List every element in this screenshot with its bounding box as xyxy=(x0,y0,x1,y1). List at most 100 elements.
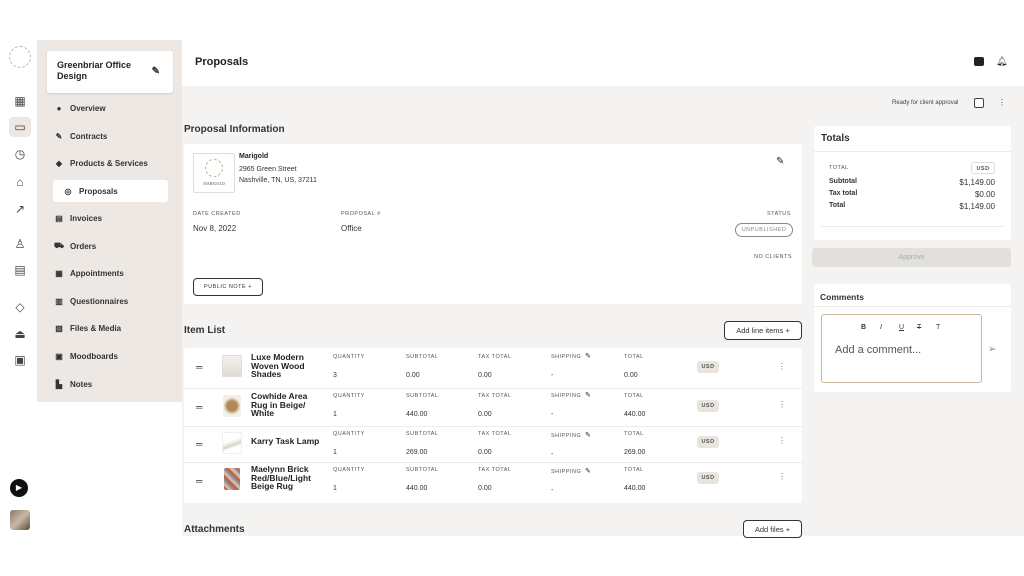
col-label: TAX TOTAL xyxy=(478,354,512,360)
product-name[interactable]: Cowhide Area Rug in Beige/ White xyxy=(251,392,321,418)
currency-badge[interactable]: USD xyxy=(971,162,995,174)
table-row[interactable]: ═ Cowhide Area Rug in Beige/ White QUANT… xyxy=(184,389,802,426)
nav-invoices[interactable]: ▤ Invoices xyxy=(53,207,102,229)
approval-checkbox[interactable] xyxy=(974,98,984,108)
row-menu-icon[interactable]: ⋮ xyxy=(778,436,786,445)
attachments-heading: Attachments xyxy=(184,524,245,535)
underline-button[interactable]: U xyxy=(899,324,904,331)
bank-icon[interactable]: ⌂ xyxy=(12,174,28,190)
tag-icon: ◆ xyxy=(55,158,63,168)
nav-contracts[interactable]: ✎ Contracts xyxy=(53,125,108,147)
timer-icon[interactable]: ◷ xyxy=(12,146,28,162)
calendar-store-icon[interactable]: ▤ xyxy=(12,262,28,278)
currency-badge[interactable]: USD xyxy=(697,400,719,412)
avatar[interactable] xyxy=(10,510,30,530)
comment-editor[interactable]: B I U T T Add a comment... xyxy=(821,314,982,383)
nav-files[interactable]: ▧ Files & Media xyxy=(53,317,121,339)
invoice-icon: ▤ xyxy=(55,213,63,223)
drag-handle-icon[interactable]: ═ xyxy=(196,362,202,372)
add-line-items-button[interactable]: Add line items + xyxy=(724,321,802,340)
trend-icon[interactable]: ↗ xyxy=(12,201,28,217)
logo-text: MARIGOLD xyxy=(203,181,225,186)
currency-badge[interactable]: USD xyxy=(697,472,719,484)
col-label: QUANTITY xyxy=(333,354,365,360)
currency-badge[interactable]: USD xyxy=(697,436,719,448)
bold-button[interactable]: B xyxy=(861,324,866,331)
edit-icon[interactable]: ✎ xyxy=(776,156,784,167)
tax-total-label: Tax total xyxy=(829,190,858,197)
col-label: SUBTOTAL xyxy=(406,467,439,473)
approve-button[interactable]: Approve xyxy=(812,248,1011,267)
col-label: TOTAL xyxy=(624,431,644,437)
status-badge: UNPUBLISHED xyxy=(735,223,793,237)
logo-icon[interactable] xyxy=(9,46,31,68)
col-label: SHIPPING xyxy=(551,469,582,475)
nav-label: Notes xyxy=(70,379,93,389)
nav-moodboards[interactable]: ▣ Moodboards xyxy=(53,345,118,367)
person-icon[interactable]: ♙ xyxy=(12,236,28,252)
italic-button[interactable]: I xyxy=(880,324,882,331)
qty-value: 1 xyxy=(333,411,337,418)
proposal-info-card: MARIGOLD Marigold 2965 Green Street Nash… xyxy=(184,144,802,304)
chat-icon[interactable] xyxy=(974,57,984,66)
table-row[interactable]: ═ Luxe Modern Woven Wood Shades QUANTITY… xyxy=(184,349,802,385)
nav-notes[interactable]: ▙ Notes xyxy=(53,373,92,395)
nav-products[interactable]: ◆ Products & Services xyxy=(53,152,148,174)
total-value: 269.00 xyxy=(624,449,646,456)
truck-icon: ⛟ xyxy=(53,241,65,250)
project-name: Greenbriar Office Design xyxy=(57,60,132,81)
send-icon[interactable]: ➢ xyxy=(988,344,996,355)
nav-questionnaires[interactable]: ▥ Questionnaires xyxy=(53,290,128,312)
more-icon[interactable]: ⋮ xyxy=(998,98,1006,107)
col-label: QUANTITY xyxy=(333,431,365,437)
approval-label: Ready for client approval xyxy=(892,100,959,106)
vendor-address-1: 2965 Green Street xyxy=(239,166,297,173)
tag-icon[interactable]: ◇ xyxy=(12,299,28,315)
play-icon[interactable]: ▶ xyxy=(10,479,28,497)
col-label: TOTAL xyxy=(624,354,644,360)
moodboard-icon: ▣ xyxy=(55,351,63,361)
drag-handle-icon[interactable]: ═ xyxy=(196,439,202,449)
product-name[interactable]: Luxe Modern Woven Wood Shades xyxy=(251,353,321,379)
shipping-edit-icon[interactable]: ✎ xyxy=(585,391,591,399)
product-thumbnail xyxy=(222,432,242,454)
shipping-edit-icon[interactable]: ✎ xyxy=(585,467,591,475)
row-menu-icon[interactable]: ⋮ xyxy=(778,400,786,409)
col-label: TOTAL xyxy=(624,467,644,473)
col-label: SUBTOTAL xyxy=(406,354,439,360)
col-label: SHIPPING xyxy=(551,354,582,360)
nav-overview[interactable]: ● Overview xyxy=(53,97,106,119)
shipping-edit-icon[interactable]: ✎ xyxy=(585,431,591,439)
clear-format-button[interactable]: T xyxy=(936,324,940,331)
bell-icon[interactable]: 🔔︎ xyxy=(996,56,1007,67)
edit-icon[interactable]: ✎ xyxy=(152,66,160,77)
table-row[interactable]: ═ Maelynn Brick Red/Blue/Light Beige Rug… xyxy=(184,463,802,499)
comment-placeholder[interactable]: Add a comment... xyxy=(835,344,921,356)
tax-value: 0.00 xyxy=(478,372,492,379)
strikethrough-button[interactable]: T xyxy=(917,324,921,331)
nav-label: Invoices xyxy=(70,213,103,223)
dashboard-icon[interactable]: ▦ xyxy=(12,93,28,109)
product-thumbnail xyxy=(222,355,242,377)
folder-icon[interactable]: ▭ xyxy=(9,117,31,137)
drag-handle-icon[interactable]: ═ xyxy=(196,476,202,486)
shipping-edit-icon[interactable]: ✎ xyxy=(585,352,591,360)
nav-appointments[interactable]: ▦ Appointments xyxy=(53,262,124,284)
product-name[interactable]: Karry Task Lamp xyxy=(251,437,331,446)
add-files-button[interactable]: Add files + xyxy=(743,520,802,538)
archive-icon[interactable]: ▣ xyxy=(12,352,28,368)
tax-value: 0.00 xyxy=(478,449,492,456)
comments-heading: Comments xyxy=(820,292,864,302)
row-menu-icon[interactable]: ⋮ xyxy=(778,472,786,481)
public-note-button[interactable]: PUBLIC NOTE + xyxy=(193,278,263,296)
col-label: SHIPPING xyxy=(551,433,582,439)
nav-proposals[interactable]: ◎ Proposals xyxy=(53,180,168,202)
drag-handle-icon[interactable]: ═ xyxy=(196,402,202,412)
product-name[interactable]: Maelynn Brick Red/Blue/Light Beige Rug xyxy=(251,465,323,491)
row-menu-icon[interactable]: ⋮ xyxy=(778,362,786,371)
nav-orders[interactable]: ⛟ Orders xyxy=(53,235,96,257)
table-row[interactable]: ═ Karry Task Lamp QUANTITY 1 SUBTOTAL 269.… xyxy=(184,427,802,462)
currency-badge[interactable]: USD xyxy=(697,361,719,373)
project-card[interactable]: Greenbriar Office Design ✎ xyxy=(47,51,173,93)
boat-icon[interactable]: ⏏ xyxy=(12,326,28,342)
